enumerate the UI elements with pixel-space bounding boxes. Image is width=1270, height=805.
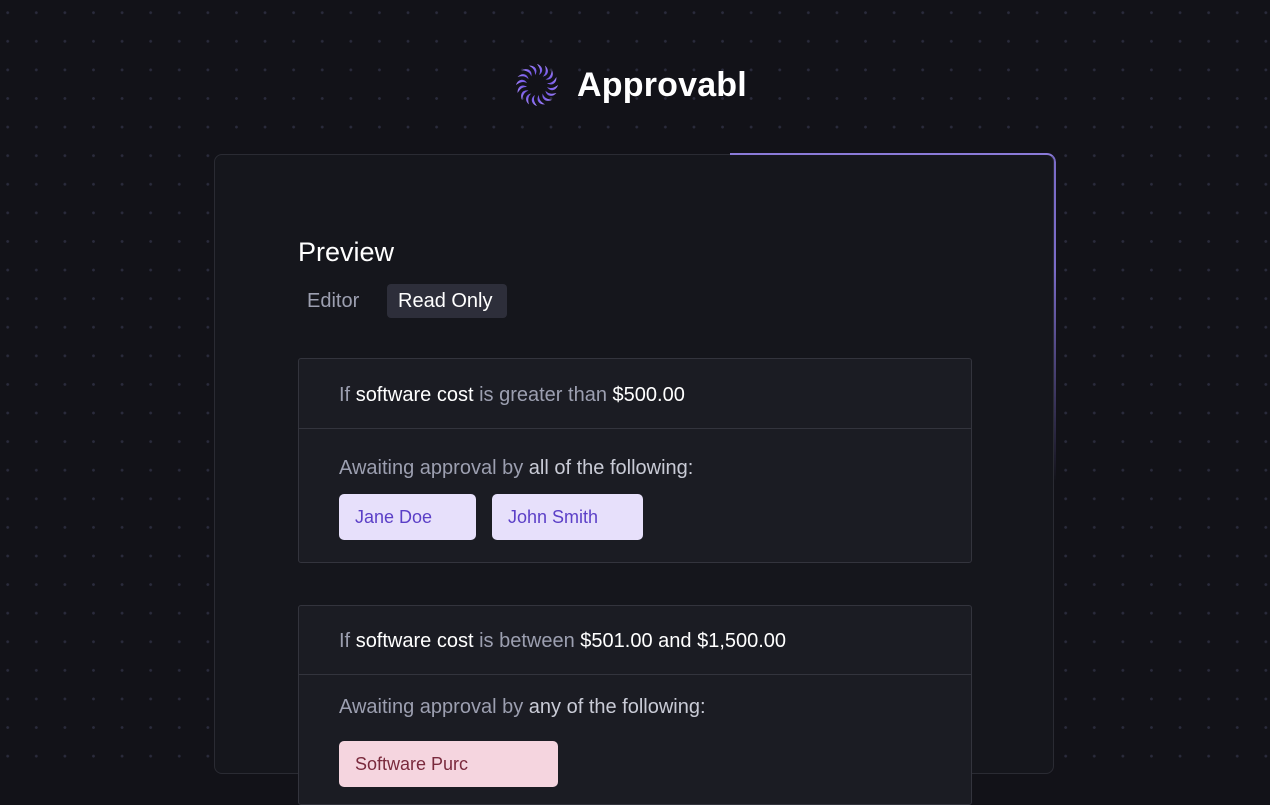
- condition-value-low[interactable]: $501.00: [580, 630, 652, 652]
- logo-petal: [542, 65, 548, 77]
- divider: [299, 674, 971, 675]
- approver-chip[interactable]: John Smith: [492, 494, 643, 540]
- condition-operator[interactable]: between: [499, 630, 575, 652]
- approval-mode[interactable]: any: [529, 696, 561, 718]
- condition-verb: is: [479, 630, 494, 652]
- approval-suffix: of the following:: [554, 457, 694, 479]
- divider: [299, 428, 971, 429]
- approval-mode[interactable]: all: [529, 457, 549, 479]
- logo-petal: [531, 95, 537, 106]
- tab-editor[interactable]: Editor: [298, 284, 374, 318]
- approval-requirement: Awaiting approval by any of the followin…: [339, 692, 706, 722]
- rule-card: If software cost is greater than $500.00…: [298, 358, 972, 563]
- logo-petal: [547, 85, 558, 91]
- condition-prefix: If: [339, 384, 351, 406]
- logo-petal: [545, 90, 557, 96]
- condition-value-high[interactable]: $1,500.00: [697, 630, 786, 652]
- rule-condition: If software cost is between $501.00 and …: [339, 626, 786, 656]
- condition-verb: is: [479, 384, 494, 406]
- logo-petal: [517, 74, 529, 80]
- condition-operator[interactable]: greater than: [499, 384, 607, 406]
- condition-prefix: If: [339, 630, 351, 652]
- rule-condition: If software cost is greater than $500.00: [339, 380, 685, 410]
- approval-suffix: of the following:: [566, 696, 706, 718]
- logo-petal: [516, 79, 527, 85]
- page-title: Preview: [298, 237, 395, 267]
- approval-prefix: Awaiting approval by: [339, 696, 524, 718]
- condition-value[interactable]: $500.00: [613, 384, 685, 406]
- spiral-petals-logo-icon: [516, 64, 558, 106]
- condition-field[interactable]: software cost: [356, 630, 474, 652]
- brand-name: Approvabl: [577, 66, 747, 104]
- approval-prefix: Awaiting approval by: [339, 457, 524, 479]
- logo-petal: [537, 64, 543, 75]
- approval-requirement: Awaiting approval by all of the followin…: [339, 453, 693, 483]
- approver-chip[interactable]: Jane Doe: [339, 494, 476, 540]
- approver-chip[interactable]: Software Purc: [339, 741, 558, 787]
- condition-field[interactable]: software cost: [356, 384, 474, 406]
- condition-joiner: and: [658, 630, 692, 652]
- tab-read-only[interactable]: Read Only: [387, 284, 507, 318]
- rule-card: If software cost is between $501.00 and …: [298, 605, 972, 805]
- logo-petal: [526, 93, 532, 105]
